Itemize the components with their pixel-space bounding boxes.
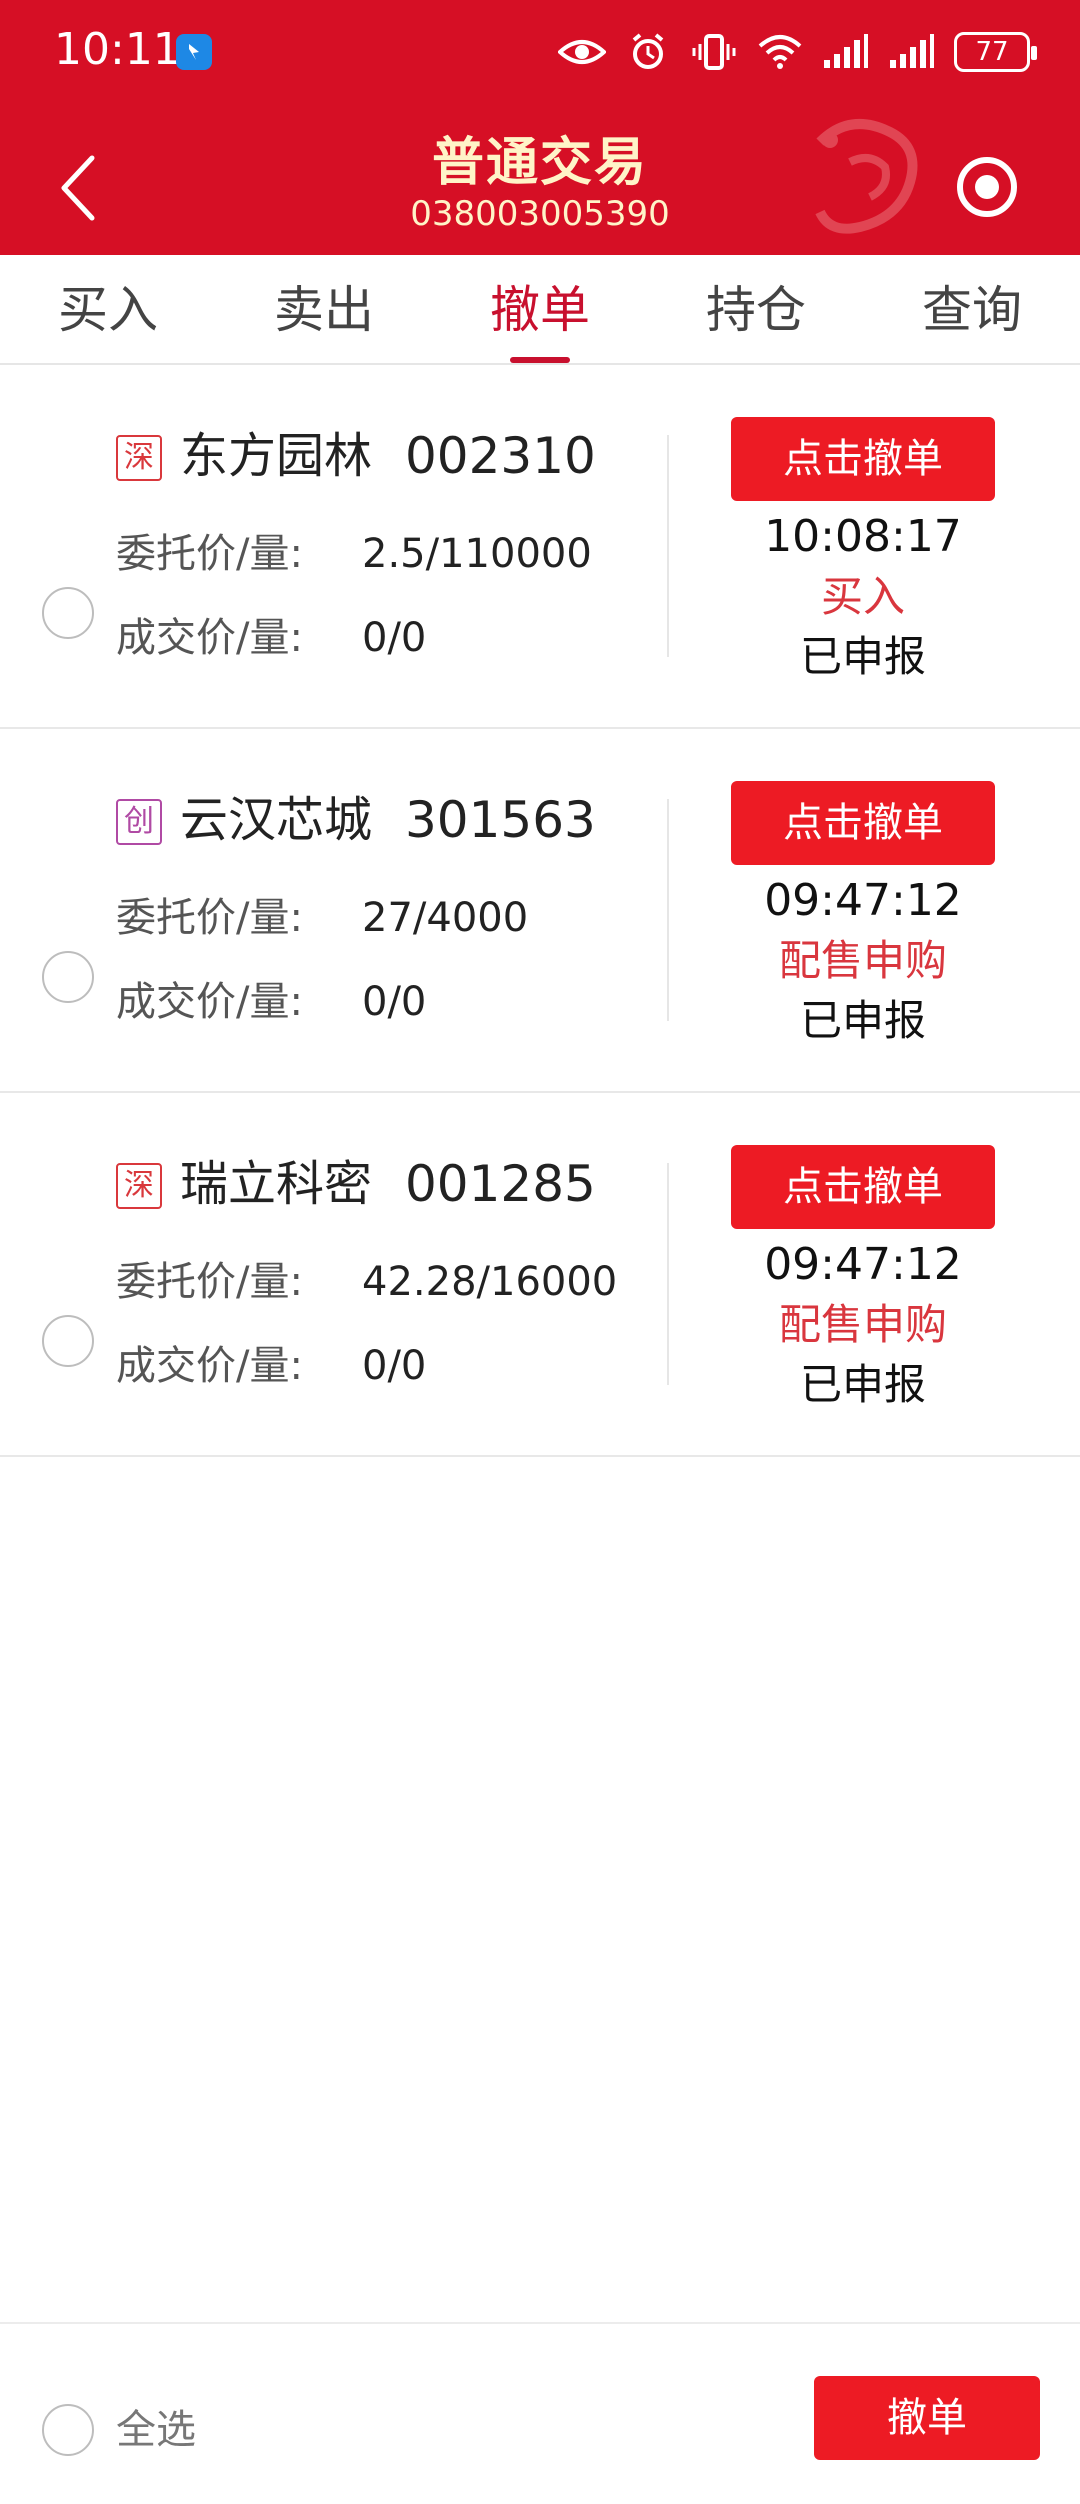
battery-level: 77 [975, 37, 1009, 67]
bottom-action-bar: 全选 撤单 [0, 2322, 1080, 2504]
wifi-icon [756, 32, 804, 72]
cancel-order-button[interactable]: 点击撤单 [731, 417, 995, 501]
signal-icon [822, 32, 870, 72]
deal-price-qty-value: 0/0 [362, 1343, 427, 1389]
deal-price-qty-label: 成交价/量: [116, 979, 303, 1025]
order-status: 已申报 [799, 996, 926, 1045]
deal-price-qty-value: 0/0 [362, 979, 427, 1025]
tab-positions[interactable]: 持仓 [648, 255, 864, 363]
notification-app-icon [176, 34, 212, 70]
order-price-qty-value: 2.5/110000 [362, 531, 592, 577]
cancel-order-button[interactable]: 点击撤单 [731, 781, 995, 865]
stock-code: 002310 [405, 427, 596, 485]
dragon-logo-icon [790, 112, 940, 252]
order-price-qty-label: 委托价/量: [116, 531, 303, 577]
order-price-qty-label: 委托价/量: [116, 895, 303, 941]
order-type: 配售申购 [778, 1300, 947, 1349]
battery-icon: 77 [954, 32, 1037, 72]
stock-code: 301563 [405, 791, 596, 849]
target-icon[interactable] [955, 155, 1019, 219]
stock-code: 001285 [405, 1155, 596, 1213]
order-type: 买入 [820, 572, 905, 621]
deal-price-qty-value: 0/0 [362, 615, 427, 661]
row-select-radio[interactable] [42, 951, 94, 1003]
order-time: 10:08:17 [764, 511, 962, 562]
alarm-icon [624, 32, 672, 72]
stock-name: 瑞立科密 [180, 1156, 373, 1212]
deal-price-qty-label: 成交价/量: [116, 1343, 303, 1389]
order-status: 已申报 [799, 632, 926, 681]
order-price-qty-value: 42.28/16000 [362, 1259, 618, 1305]
row-select-radio[interactable] [42, 1315, 94, 1367]
bulk-cancel-button[interactable]: 撤单 [814, 2376, 1040, 2460]
market-badge: 深 [116, 1163, 162, 1209]
order-type: 配售申购 [778, 936, 947, 985]
select-all-radio[interactable] [42, 2404, 94, 2456]
order-time: 09:47:12 [764, 1239, 962, 1290]
order-price-qty-value: 27/4000 [362, 895, 529, 941]
select-all-label[interactable]: 全选 [116, 2402, 196, 2458]
stock-name: 云汉芯城 [180, 792, 373, 848]
order-list: 深 东方园林 002310 委托价/量: 2.5/110000 成交价/量: 0… [0, 365, 1080, 1457]
order-price-qty-label: 委托价/量: [116, 1259, 303, 1305]
tab-cancel-order[interactable]: 撤单 [432, 255, 648, 363]
stock-name: 东方园林 [180, 428, 373, 484]
tab-sell[interactable]: 卖出 [216, 255, 432, 363]
vibrate-icon [690, 32, 738, 72]
tab-bar: 买入 卖出 撤单 持仓 查询 [0, 255, 1080, 365]
deal-price-qty-label: 成交价/量: [116, 615, 303, 661]
signal-icon-2 [888, 32, 936, 72]
order-row: 创 云汉芯城 301563 委托价/量: 27/4000 成交价/量: 0/0 … [0, 729, 1080, 1093]
tab-query[interactable]: 查询 [864, 255, 1080, 363]
tab-buy[interactable]: 买入 [0, 255, 216, 363]
order-time: 09:47:12 [764, 875, 962, 926]
order-row: 深 瑞立科密 001285 委托价/量: 42.28/16000 成交价/量: … [0, 1093, 1080, 1457]
app-header: 10:11 77 普通交易 038003005390 [0, 0, 1080, 255]
eye-icon [558, 32, 606, 72]
status-bar: 10:11 77 [0, 0, 1080, 110]
order-row: 深 东方园林 002310 委托价/量: 2.5/110000 成交价/量: 0… [0, 365, 1080, 729]
row-select-radio[interactable] [42, 587, 94, 639]
status-time: 10:11 [54, 24, 181, 75]
market-badge: 深 [116, 435, 162, 481]
status-icons: 77 [558, 28, 1037, 76]
market-badge: 创 [116, 799, 162, 845]
cancel-order-button[interactable]: 点击撤单 [731, 1145, 995, 1229]
order-status: 已申报 [799, 1360, 926, 1409]
